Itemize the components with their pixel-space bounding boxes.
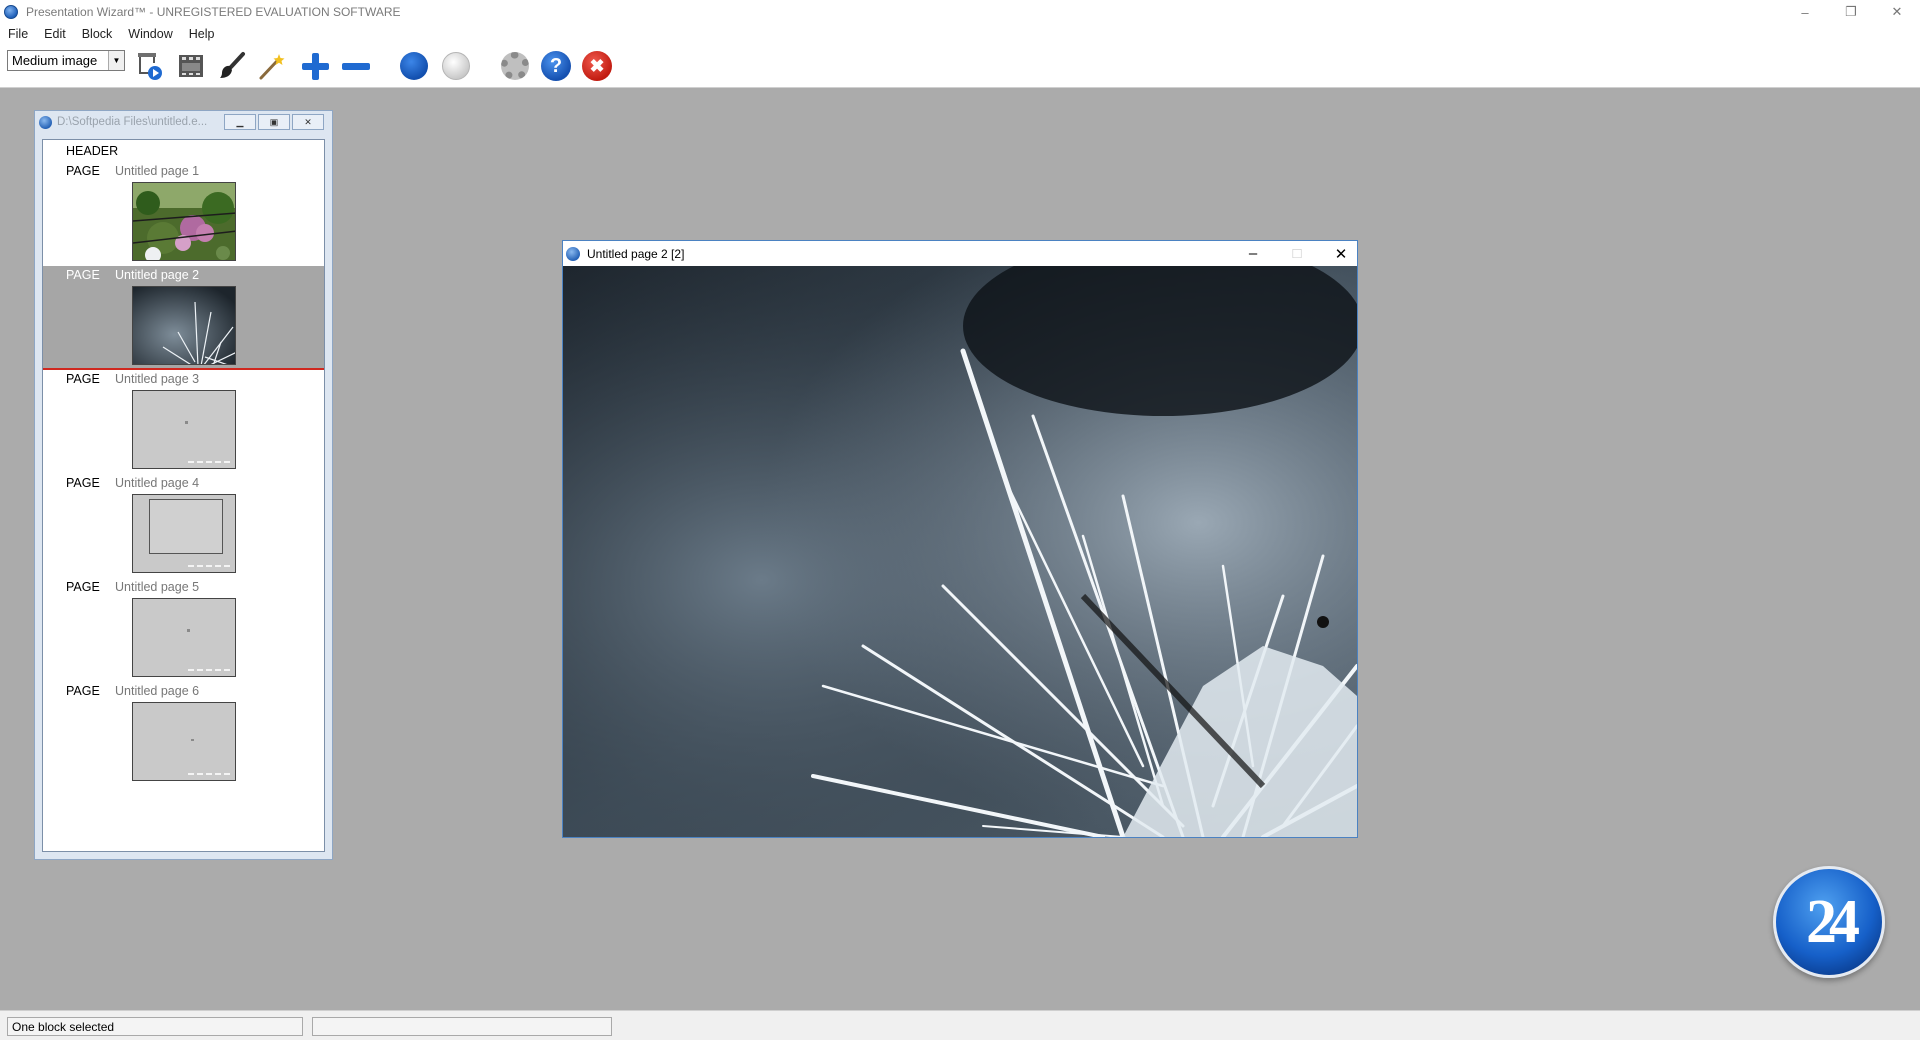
- menu-window[interactable]: Window: [120, 27, 180, 41]
- settings-button[interactable]: [499, 50, 531, 82]
- add-page-button[interactable]: [299, 50, 331, 82]
- white-circle-button[interactable]: [440, 50, 472, 82]
- page-thumbnail-blank[interactable]: [132, 598, 236, 677]
- frost-photo: [563, 266, 1357, 837]
- page-keyword: PAGE: [66, 164, 100, 178]
- image-size-select[interactable]: Medium image ▼: [7, 50, 125, 71]
- thumbnail-dot: [187, 629, 190, 632]
- page-outline-list[interactable]: HEADER PAGE Untitled page 1 PAGE Untitle…: [42, 139, 325, 852]
- page-globe-icon: [566, 246, 580, 261]
- page-name: Untitled page 1: [115, 164, 200, 178]
- blue-circle-icon: [400, 52, 428, 80]
- status-secondary: [312, 1017, 612, 1036]
- chevron-down-icon[interactable]: ▼: [108, 51, 124, 70]
- menu-block[interactable]: Block: [74, 27, 121, 41]
- page-name: Untitled page 3: [115, 372, 200, 386]
- slideshow-icon: [138, 53, 162, 80]
- gear-icon: [501, 52, 529, 80]
- brush-button[interactable]: [216, 50, 248, 82]
- page-thumbnail-frame[interactable]: [132, 494, 236, 573]
- thumbnail-dot: [185, 421, 188, 424]
- remove-page-button[interactable]: [340, 50, 372, 82]
- page-thumbnail-blank[interactable]: [132, 702, 236, 781]
- thumbnail-inner-frame: [149, 499, 223, 554]
- status-message: One block selected: [7, 1017, 303, 1036]
- page-keyword: PAGE: [66, 580, 100, 594]
- page-name: Untitled page 6: [115, 684, 200, 698]
- frost-thumbnail-image: [133, 287, 235, 364]
- page-name: Untitled page 5: [115, 580, 200, 594]
- restore-button[interactable]: ❐: [1828, 0, 1874, 24]
- page-row-3[interactable]: PAGE Untitled page 3: [43, 370, 324, 474]
- blue-circle-button[interactable]: [398, 50, 430, 82]
- page-row-4[interactable]: PAGE Untitled page 4: [43, 474, 324, 578]
- menu-file[interactable]: File: [0, 27, 36, 41]
- close-window-button[interactable]: ✕: [1874, 0, 1920, 24]
- image-size-value: Medium image: [12, 53, 98, 68]
- magic-wand-button[interactable]: [256, 50, 288, 82]
- page-minimize-button[interactable]: –: [1231, 241, 1275, 266]
- menu-bar: File Edit Block Window Help: [0, 24, 1920, 44]
- page-thumbnail-blank[interactable]: [132, 390, 236, 469]
- page-thumbnail-flowers[interactable]: [132, 182, 236, 261]
- page-maximize-button[interactable]: □: [1275, 241, 1319, 266]
- thumbnail-footer-marks: [188, 565, 230, 567]
- page-row-1[interactable]: PAGE Untitled page 1: [43, 162, 324, 266]
- page-name: Untitled page 4: [115, 476, 200, 490]
- plus-icon: [300, 51, 330, 81]
- outline-close-button[interactable]: ✕: [292, 114, 324, 130]
- window-title: Presentation Wizard™ - UNREGISTERED EVAL…: [26, 5, 401, 19]
- menu-help[interactable]: Help: [181, 27, 223, 41]
- outline-maximize-button[interactable]: ▣: [258, 114, 290, 130]
- filmstrip-icon: [179, 55, 203, 77]
- page-row-2[interactable]: PAGE Untitled page 2: [43, 266, 324, 370]
- page-image-block[interactable]: [563, 266, 1357, 837]
- brush-icon: [220, 52, 245, 78]
- window-controls: – ❐ ✕: [1782, 0, 1920, 24]
- outline-window-caption[interactable]: D:\Softpedia Files\untitled.e... ▁ ▣ ✕: [35, 111, 332, 133]
- white-circle-icon: [442, 52, 470, 80]
- header-row[interactable]: HEADER: [43, 140, 324, 162]
- page-keyword: PAGE: [66, 684, 100, 698]
- page-keyword: PAGE: [66, 372, 100, 386]
- thumbnail-footer-marks: [188, 461, 230, 463]
- slideshow-button[interactable]: [134, 50, 166, 82]
- flowers-thumbnail-image: [133, 183, 235, 260]
- page-close-button[interactable]: ✕: [1319, 241, 1363, 266]
- thumbnail-dot: [191, 739, 194, 741]
- app-globe-icon: [4, 5, 18, 19]
- page-thumbnail-frost[interactable]: [132, 286, 236, 365]
- page-editor-window[interactable]: Untitled page 2 [2] – □ ✕: [562, 240, 1358, 838]
- toolbar: Medium image ▼ ? ✖: [0, 44, 1920, 88]
- page-window-title: Untitled page 2 [2]: [587, 246, 685, 261]
- thumbnail-footer-marks: [188, 669, 230, 671]
- minimize-button[interactable]: –: [1782, 0, 1828, 24]
- help-button[interactable]: ?: [540, 50, 572, 82]
- thumbnail-footer-marks: [188, 773, 230, 775]
- filmstrip-button[interactable]: [175, 50, 207, 82]
- page-keyword: PAGE: [66, 476, 100, 490]
- page-row-6[interactable]: PAGE Untitled page 6: [43, 682, 324, 786]
- minus-icon: [342, 62, 370, 70]
- page-row-5[interactable]: PAGE Untitled page 5: [43, 578, 324, 682]
- magic-wand-icon: [259, 54, 285, 80]
- page-name: Untitled page 2: [115, 268, 200, 282]
- close-icon: ✖: [582, 51, 612, 81]
- app-logo: 24: [1773, 866, 1885, 978]
- outline-window-title: D:\Softpedia Files\untitled.e...: [57, 116, 208, 128]
- outline-window[interactable]: D:\Softpedia Files\untitled.e... ▁ ▣ ✕ H…: [34, 110, 333, 860]
- title-bar: Presentation Wizard™ - UNREGISTERED EVAL…: [0, 0, 1920, 24]
- outline-minimize-button[interactable]: ▁: [224, 114, 256, 130]
- help-icon: ?: [541, 51, 571, 81]
- document-globe-icon: [39, 115, 52, 129]
- menu-edit[interactable]: Edit: [36, 27, 74, 41]
- page-keyword: PAGE: [66, 268, 100, 282]
- status-bar: One block selected: [0, 1010, 1920, 1040]
- close-document-button[interactable]: ✖: [581, 50, 613, 82]
- page-window-caption[interactable]: Untitled page 2 [2] – □ ✕: [563, 241, 1357, 266]
